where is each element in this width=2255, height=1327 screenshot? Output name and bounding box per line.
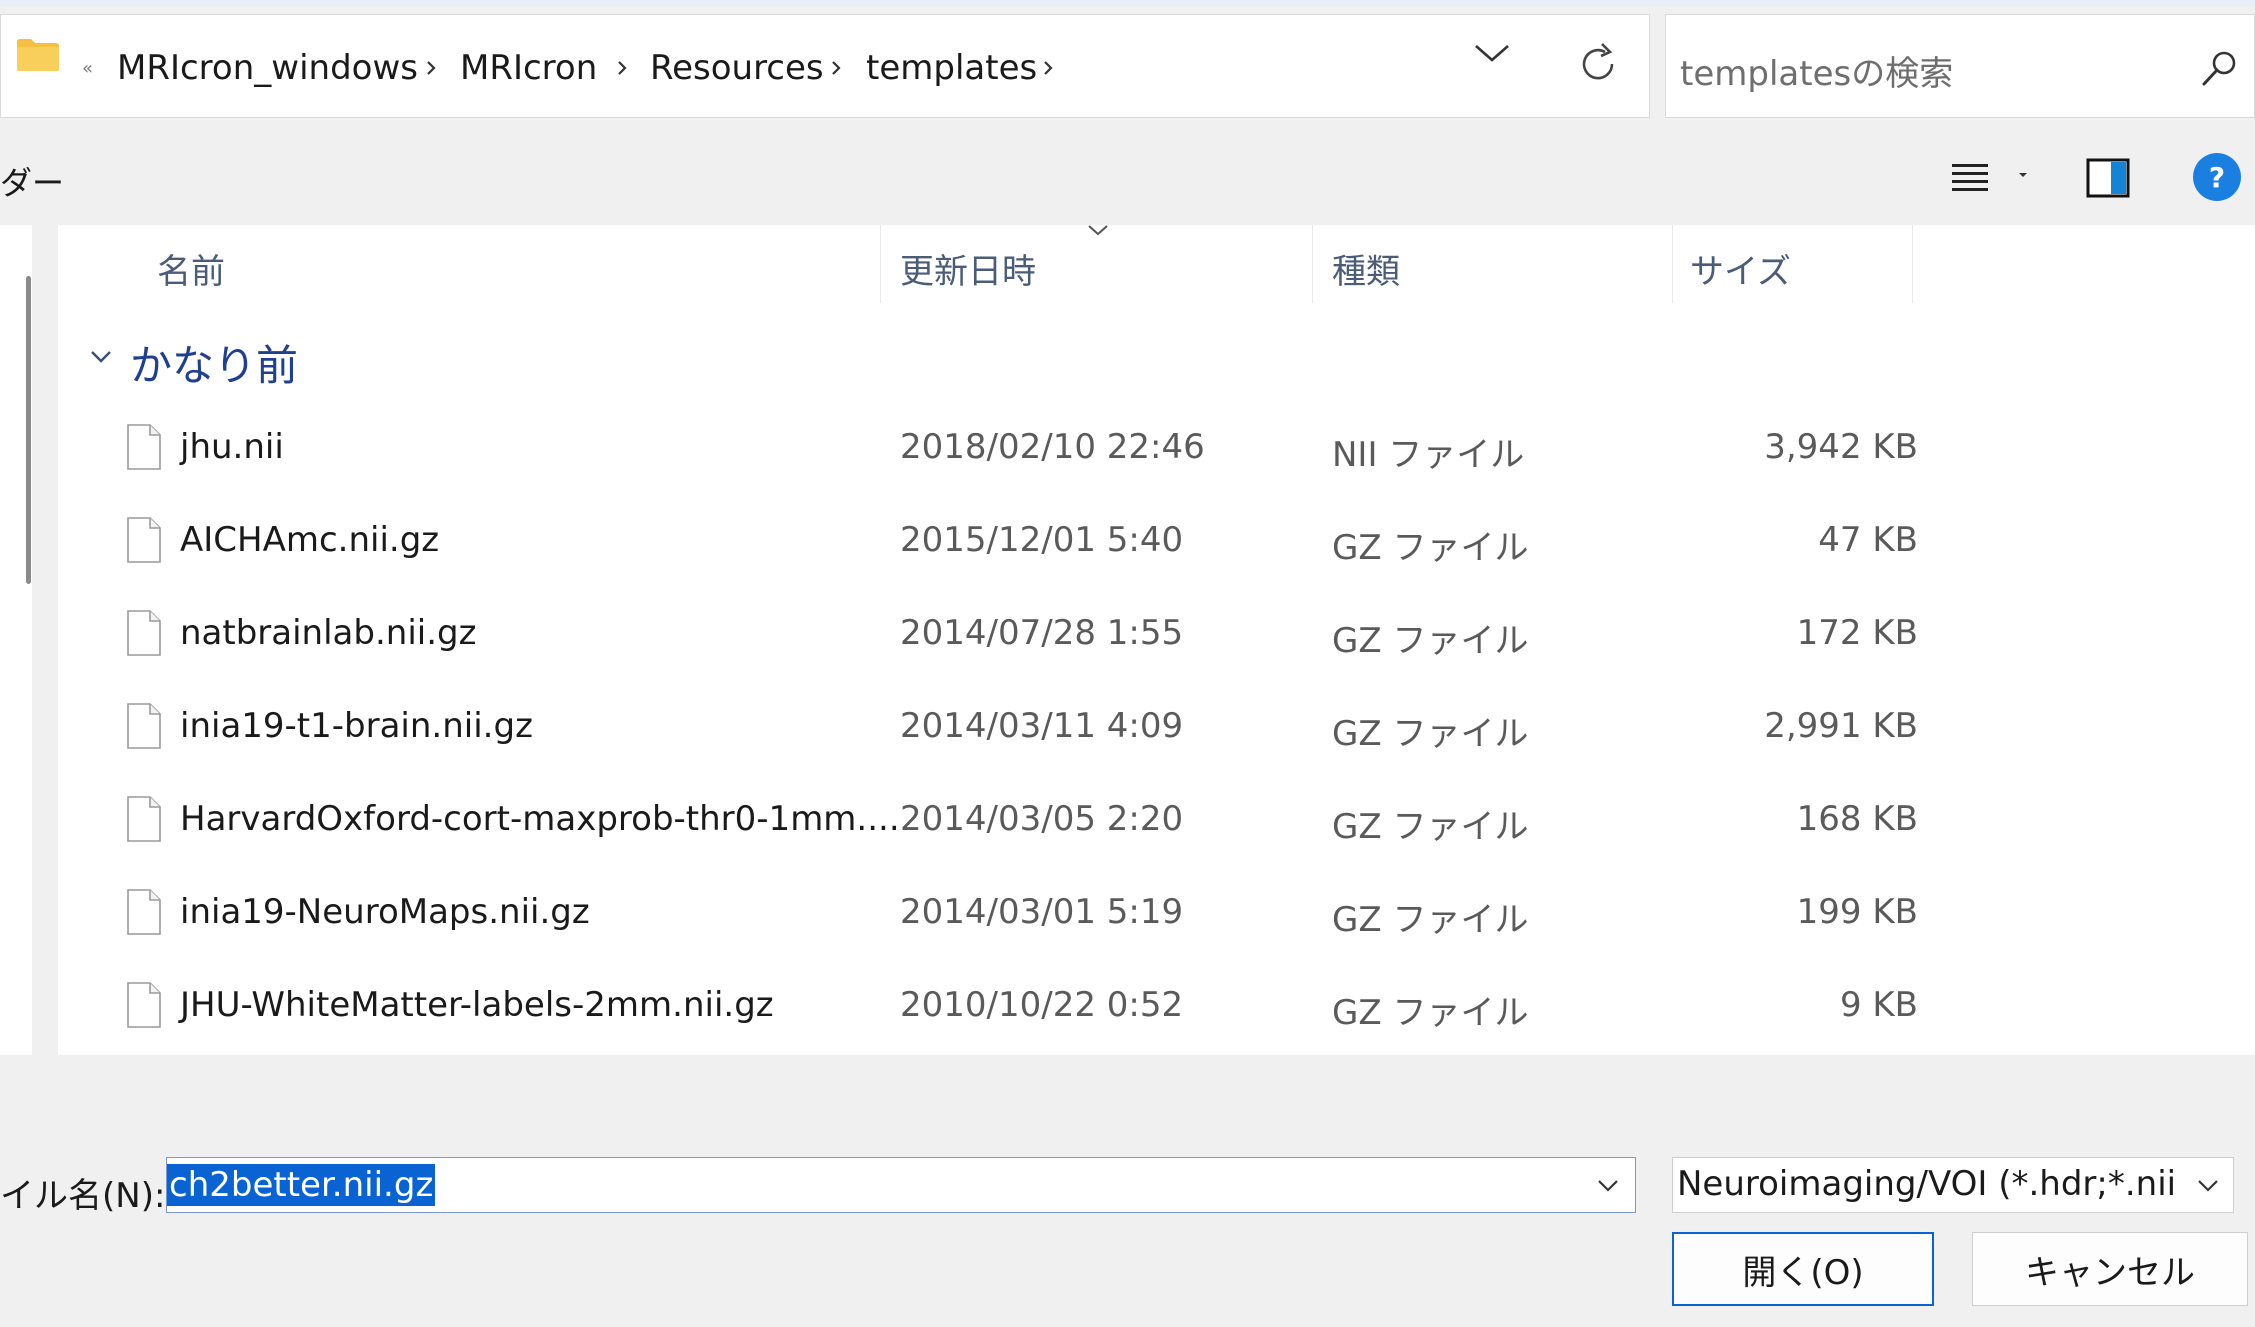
- column-divider[interactable]: [1912, 225, 1913, 303]
- chevron-down-icon[interactable]: [1595, 1174, 1621, 1196]
- group-header-label[interactable]: かなり前: [130, 332, 298, 393]
- file-type: GZ ファイル: [1332, 807, 1529, 847]
- file-date: 2014/03/01 5:19: [900, 892, 1184, 932]
- file-name: natbrainlab.nii.gz: [180, 613, 477, 653]
- open-button[interactable]: 開く(O): [1672, 1232, 1934, 1306]
- file-name: jhu.nii: [180, 427, 284, 467]
- file-size: 3,942 KB: [1764, 427, 1918, 467]
- file-type: GZ ファイル: [1332, 714, 1529, 754]
- filetype-value: Neuroimaging/VOI (*.hdr;*.nii;*.n: [1677, 1164, 2177, 1204]
- file-size: 172 KB: [1796, 613, 1918, 653]
- file-row[interactable]: AICHAmc.nii.gz 2015/12/01 5:40 GZ ファイル 47 K…: [58, 498, 1918, 588]
- chevron-right-icon[interactable]: [614, 58, 630, 78]
- file-icon: [127, 517, 161, 563]
- file-date: 2010/10/22 0:52: [900, 985, 1184, 1025]
- chevron-right-icon[interactable]: [828, 58, 844, 78]
- sort-descending-icon: [1088, 225, 1108, 236]
- file-icon: [127, 796, 161, 842]
- breadcrumb-item-templates[interactable]: templates: [866, 48, 1037, 88]
- file-date: 2014/03/11 4:09: [900, 706, 1184, 746]
- chevron-right-icon[interactable]: [1040, 58, 1056, 78]
- column-divider[interactable]: [1312, 225, 1313, 303]
- file-row[interactable]: jhu.nii 2018/02/10 22:46 NII ファイル 3,942 KB: [58, 405, 1918, 495]
- file-type: GZ ファイル: [1332, 993, 1529, 1033]
- filename-input[interactable]: ch2better.nii.gz: [166, 1157, 1636, 1213]
- navigation-pane-scrollbar[interactable]: [26, 276, 31, 584]
- folder-icon: [17, 39, 59, 71]
- file-row[interactable]: JHU-WhiteMatter-labels-2mm.nii.gz 2010/10…: [58, 963, 1918, 1053]
- address-history-dropdown-icon[interactable]: [1470, 30, 1514, 74]
- column-header-name[interactable]: 名前: [157, 244, 225, 293]
- svg-text:?: ?: [2209, 161, 2225, 194]
- file-name: HarvardOxford-cort-maxprob-thr0-1mm....: [180, 799, 900, 839]
- file-size: 9 KB: [1839, 985, 1918, 1025]
- column-divider[interactable]: [880, 225, 881, 303]
- file-name: JHU-WhiteMatter-labels-2mm.nii.gz: [180, 985, 774, 1025]
- group-collapse-chevron-icon[interactable]: [88, 346, 114, 366]
- file-name: AICHAmc.nii.gz: [180, 520, 440, 560]
- file-size: 199 KB: [1796, 892, 1918, 932]
- breadcrumb-item-mricron-windows[interactable]: MRIcron_windows: [117, 48, 418, 88]
- file-icon: [127, 889, 161, 935]
- search-placeholder: templatesの検索: [1680, 54, 1954, 94]
- column-header-date[interactable]: 更新日時: [900, 244, 1036, 293]
- file-name: inia19-t1-brain.nii.gz: [180, 706, 533, 746]
- breadcrumb-overflow-icon[interactable]: «: [82, 58, 93, 79]
- view-menu-icon[interactable]: [1950, 160, 1990, 194]
- file-type: GZ ファイル: [1332, 900, 1529, 940]
- file-date: 2014/07/28 1:55: [900, 613, 1184, 653]
- file-row[interactable]: inia19-t1-brain.nii.gz 2014/03/11 4:09 GZ …: [58, 684, 1918, 774]
- file-icon: [127, 424, 161, 470]
- file-size: 47 KB: [1818, 520, 1918, 560]
- file-type: GZ ファイル: [1332, 528, 1529, 568]
- file-row[interactable]: inia19-NeuroMaps.nii.gz 2014/03/01 5:19 GZ…: [58, 870, 1918, 960]
- file-date: 2014/03/05 2:20: [900, 799, 1184, 839]
- file-name: inia19-NeuroMaps.nii.gz: [180, 892, 590, 932]
- column-header-size[interactable]: サイズ: [1690, 244, 1791, 293]
- preview-pane-icon[interactable]: [2086, 158, 2130, 198]
- file-row[interactable]: natbrainlab.nii.gz 2014/07/28 1:55 GZ ファイル…: [58, 591, 1918, 681]
- file-type: GZ ファイル: [1332, 621, 1529, 661]
- cancel-button[interactable]: キャンセル: [1972, 1232, 2248, 1306]
- breadcrumb-item-mricron[interactable]: MRIcron: [460, 48, 597, 88]
- column-divider[interactable]: [1672, 225, 1673, 303]
- file-icon: [127, 703, 161, 749]
- file-row[interactable]: HarvardOxford-cort-maxprob-thr0-1mm.... 2…: [58, 777, 1918, 867]
- column-header-type[interactable]: 種類: [1332, 244, 1400, 293]
- help-icon[interactable]: ?: [2192, 152, 2242, 202]
- file-icon: [127, 982, 161, 1028]
- chevron-right-icon[interactable]: [423, 58, 439, 78]
- view-options-dropdown-icon[interactable]: [2016, 168, 2030, 182]
- file-date: 2018/02/10 22:46: [900, 427, 1205, 467]
- file-size: 2,991 KB: [1764, 706, 1918, 746]
- window-top-strip: [0, 0, 2255, 6]
- file-type: NII ファイル: [1332, 435, 1525, 475]
- search-icon[interactable]: [2200, 48, 2240, 88]
- filename-value[interactable]: ch2better.nii.gz: [167, 1164, 436, 1206]
- refresh-icon[interactable]: [1574, 40, 1622, 88]
- file-size: 168 KB: [1796, 799, 1918, 839]
- file-icon: [127, 610, 161, 656]
- chevron-down-icon[interactable]: [2195, 1174, 2221, 1196]
- breadcrumb-item-resources[interactable]: Resources: [650, 48, 824, 88]
- filetype-select[interactable]: Neuroimaging/VOI (*.hdr;*.nii;*.n: [1672, 1157, 2234, 1213]
- file-date: 2015/12/01 5:40: [900, 520, 1184, 560]
- filename-label: イル名(N):: [0, 1176, 166, 1216]
- new-folder-button[interactable]: ダー: [0, 158, 64, 204]
